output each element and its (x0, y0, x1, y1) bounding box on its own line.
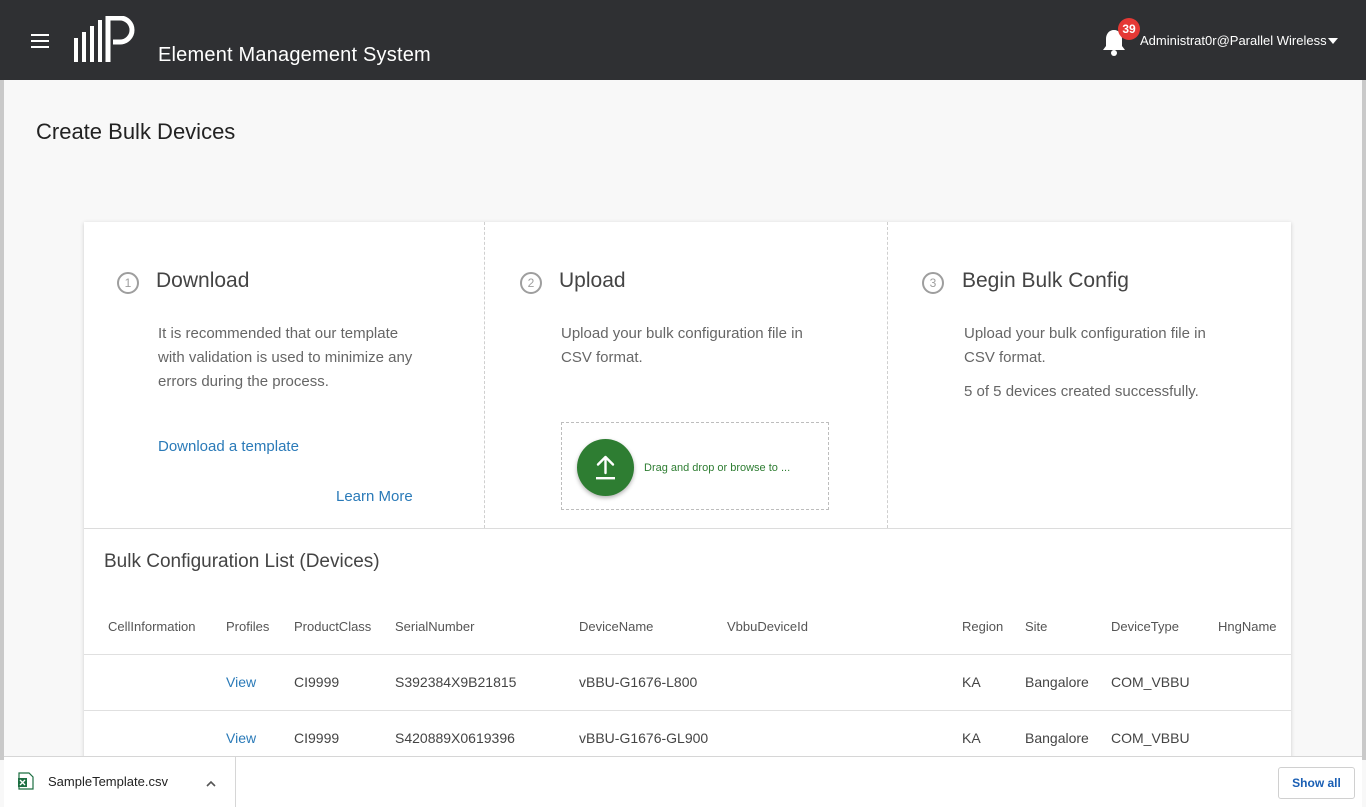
caret-down-icon[interactable] (1328, 38, 1338, 44)
frame-border-right (1362, 80, 1366, 760)
step-description-upload: Upload your bulk configuration file in C… (561, 325, 803, 366)
region-cell: KA (962, 674, 981, 690)
row-divider (84, 654, 1291, 655)
column-header[interactable]: Site (1025, 619, 1047, 634)
list-title: Bulk Configuration List (Devices) (104, 551, 380, 572)
notification-badge: 39 (1118, 18, 1140, 40)
parallel-wireless-logo (74, 16, 135, 62)
step-description-begin: Upload your bulk configuration file in C… (964, 325, 1206, 366)
upload-icon (596, 455, 615, 480)
download-file-name: SampleTemplate.csv (48, 774, 168, 789)
step-title-upload: Upload (559, 269, 626, 292)
column-header[interactable]: DeviceType (1111, 619, 1179, 634)
column-header[interactable]: CellInformation (108, 619, 195, 634)
site-cell: Bangalore (1025, 730, 1089, 746)
top-header: Element Management System 39 Administrat… (0, 0, 1366, 80)
region-cell: KA (962, 730, 981, 746)
bulk-config-card: 1 Download It is recommended that our te… (84, 222, 1291, 782)
dropzone-label[interactable]: Drag and drop or browse to ... (644, 462, 790, 474)
upload-button[interactable] (577, 439, 634, 496)
show-all-button[interactable]: Show all (1278, 767, 1355, 799)
download-template-link[interactable]: Download a template (158, 438, 299, 455)
row-divider (84, 710, 1291, 711)
menu-icon[interactable] (31, 34, 49, 48)
app-title: Element Management System (158, 44, 431, 66)
serial-number-cell: S420889X0619396 (395, 730, 515, 746)
view-profiles-link[interactable]: View (226, 730, 256, 746)
column-header[interactable]: DeviceName (579, 619, 653, 634)
file-dropzone[interactable]: Drag and drop or browse to ... (561, 422, 829, 510)
chevron-up-icon[interactable] (204, 777, 218, 791)
creation-status: 5 of 5 devices created successfully. (964, 383, 1199, 400)
excel-file-icon (18, 772, 34, 790)
user-menu[interactable]: Administrat0r@Parallel Wireless (1140, 33, 1327, 48)
column-header[interactable]: SerialNumber (395, 619, 474, 634)
serial-number-cell: S392384X9B21815 (395, 674, 517, 690)
step-divider (887, 222, 888, 528)
product-class-cell: CI9999 (294, 674, 340, 690)
column-header[interactable]: HngName (1218, 619, 1277, 634)
frame-border-left (0, 80, 4, 760)
section-divider (84, 528, 1291, 529)
column-header[interactable]: Region (962, 619, 1003, 634)
column-header[interactable]: Profiles (226, 619, 269, 634)
download-item[interactable]: SampleTemplate.csv (4, 757, 236, 807)
step-title-begin-bulk-config: Begin Bulk Config (962, 269, 1129, 292)
product-class-cell: CI9999 (294, 730, 340, 746)
page-title: Create Bulk Devices (36, 119, 236, 144)
download-bar: SampleTemplate.csv Show all (4, 756, 1362, 807)
device-name-cell: vBBU-G1676-L800 (579, 674, 698, 690)
step-number-1: 1 (117, 272, 139, 294)
column-header[interactable]: ProductClass (294, 619, 371, 634)
column-header[interactable]: VbbuDeviceId (727, 619, 808, 634)
device-type-cell: COM_VBBU (1111, 730, 1190, 746)
step-number-2: 2 (520, 272, 542, 294)
view-profiles-link[interactable]: View (226, 674, 256, 690)
step-description-download: It is recommended that our template with… (158, 325, 413, 390)
site-cell: Bangalore (1025, 674, 1089, 690)
device-type-cell: COM_VBBU (1111, 674, 1190, 690)
step-divider (484, 222, 485, 528)
device-name-cell: vBBU-G1676-GL900 (579, 730, 709, 746)
step-title-download: Download (156, 269, 250, 292)
step-number-3: 3 (922, 272, 944, 294)
learn-more-link[interactable]: Learn More (336, 488, 413, 505)
